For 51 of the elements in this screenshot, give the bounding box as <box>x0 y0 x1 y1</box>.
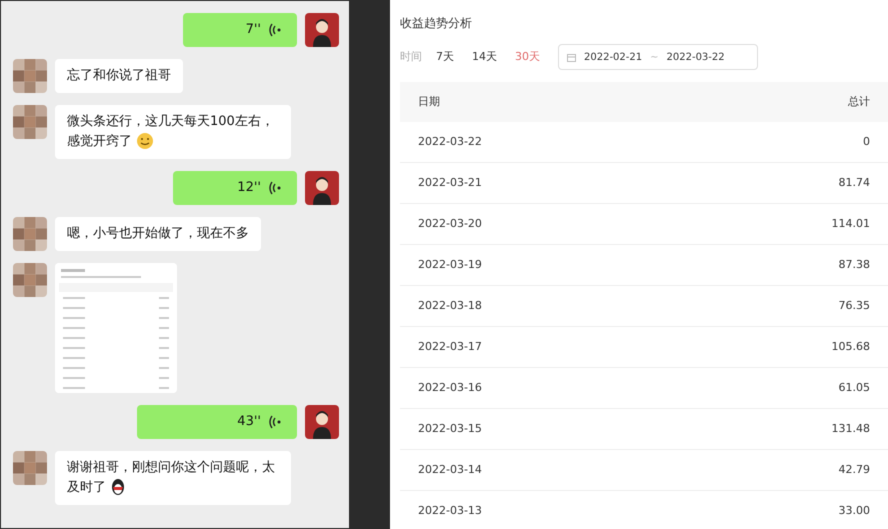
range-tab[interactable]: 14天 <box>472 48 497 66</box>
end-date: 2022-03-22 <box>666 50 725 64</box>
table-cell-text: 105.68 <box>832 338 870 355</box>
table-cell-text: 81.74 <box>838 174 870 191</box>
table-cell-text: 0 <box>863 134 870 150</box>
table-cell-text: 33.00 <box>838 502 870 519</box>
avatar-icon <box>305 13 339 47</box>
table-cell-text: 2022-03-13 <box>418 502 482 519</box>
calendar-icon <box>567 52 576 62</box>
avatar-placeholder <box>13 105 47 139</box>
avatar-placeholder <box>13 451 47 485</box>
avatar-icon <box>305 171 339 205</box>
voice-wave-icon <box>269 23 281 37</box>
voice-wave-icon <box>269 415 281 429</box>
date-separator: ~ <box>650 50 659 64</box>
chat-message-bubble: 微头条还行，这几天每天100左右，感觉开窍了 <box>55 105 291 159</box>
table-cell-text: 2022-03-14 <box>418 462 482 478</box>
smiley-emoji-icon <box>136 132 154 150</box>
voice-message-bubble[interactable]: 12'' <box>173 171 297 205</box>
table-cell-text: 2022-03-18 <box>418 298 482 314</box>
table-cell-text: 2022-03-22 <box>418 134 482 150</box>
table-cell-text: 2022-03-20 <box>418 216 482 232</box>
start-date: 2022-02-21 <box>584 50 642 64</box>
date-range-field[interactable]: 2022-02-21 ~ 2022-03-22 <box>558 44 758 70</box>
table-cell-text: 2022-03-15 <box>418 420 482 437</box>
table-cell-text: 76.35 <box>838 298 870 314</box>
avatar-icon <box>305 405 339 439</box>
filter-label: 时间 <box>400 48 422 65</box>
table-cell-text: 2022-03-17 <box>418 338 482 355</box>
voice-message-bubble[interactable]: 43'' <box>137 405 297 439</box>
table-cell-text: 114.01 <box>832 216 870 232</box>
avatar-placeholder <box>13 59 47 93</box>
voice-wave-icon <box>269 181 281 195</box>
table-cell-text: 2022-03-19 <box>418 256 482 273</box>
table-cell-text: 61.05 <box>838 380 870 396</box>
avatar-placeholder <box>13 217 47 251</box>
table-cell-text: 42.79 <box>838 462 870 478</box>
chat-message-bubble: 嗯，小号也开始做了，现在不多 <box>55 217 261 251</box>
column-header: 总计 <box>848 94 870 110</box>
voice-message-bubble[interactable]: 7'' <box>183 13 297 47</box>
avatar-placeholder <box>13 263 47 297</box>
table-cell-text: 2022-03-21 <box>418 174 482 191</box>
chat-message-bubble: 谢谢祖哥，刚想问你这个问题呢，太及时了 <box>55 451 291 505</box>
range-tab[interactable]: 7天 <box>436 48 454 66</box>
column-header: 日期 <box>418 94 440 110</box>
table-cell-text: 87.38 <box>838 256 870 273</box>
chat-message-bubble: 忘了和你说了祖哥 <box>55 59 183 93</box>
penguin-emoji-icon <box>110 478 126 496</box>
report-title: 收益趋势分析 <box>400 15 473 32</box>
table-cell-text: 131.48 <box>832 420 870 437</box>
table-cell-text: 2022-03-16 <box>418 380 482 396</box>
